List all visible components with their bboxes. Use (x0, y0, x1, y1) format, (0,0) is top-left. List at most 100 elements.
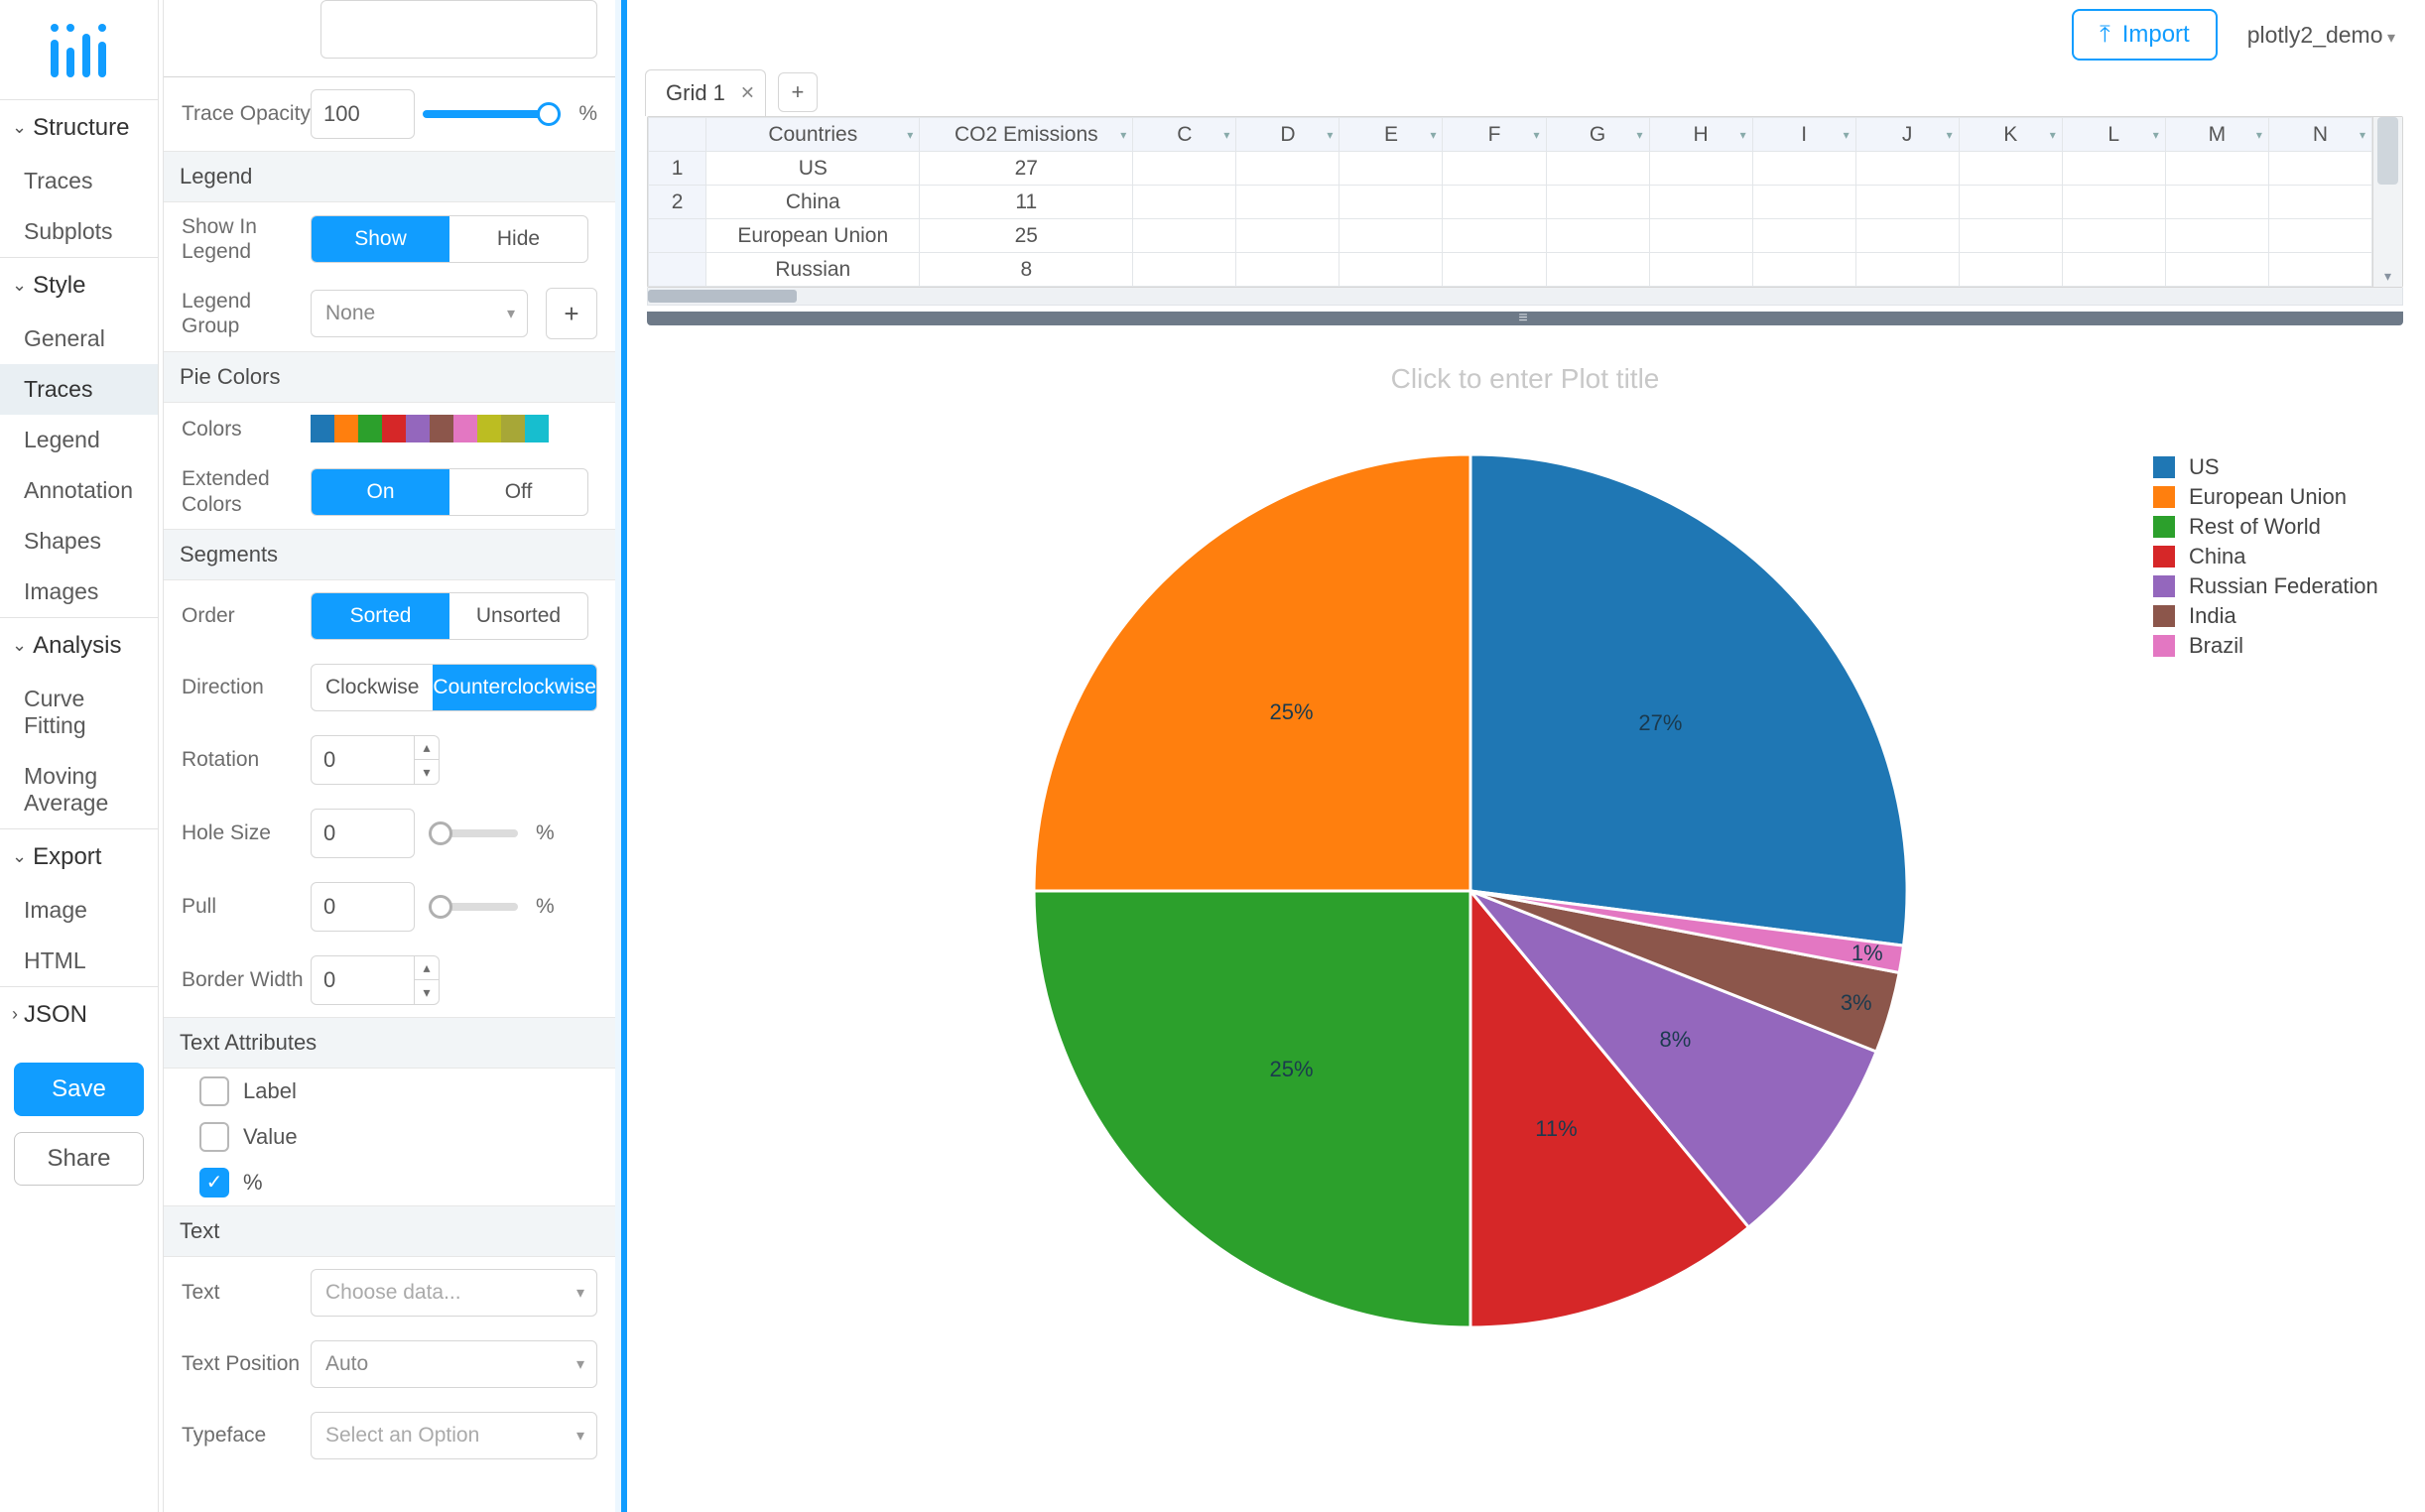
scroll-down-icon[interactable]: ▾ (2373, 268, 2402, 285)
pie-slice[interactable] (1470, 454, 1907, 945)
border-width-input[interactable] (311, 955, 415, 1005)
cell[interactable]: 8 (920, 253, 1133, 287)
legend-item[interactable]: Rest of World (2153, 512, 2378, 542)
cell[interactable]: 27 (920, 152, 1133, 186)
chart-title-placeholder[interactable]: Click to enter Plot title (655, 363, 2395, 395)
cell[interactable] (1443, 152, 1546, 186)
clockwise-option[interactable]: Clockwise (312, 665, 433, 710)
show-in-legend-toggle[interactable]: Show Hide (311, 215, 588, 263)
nav-item-shapes[interactable]: Shapes (0, 516, 158, 567)
unsorted-option[interactable]: Unsorted (449, 593, 587, 639)
nav-item-traces[interactable]: Traces (0, 364, 158, 415)
hide-option[interactable]: Hide (449, 216, 587, 262)
pie-slice[interactable] (1034, 454, 1470, 891)
color-swatch[interactable] (525, 415, 549, 442)
cell[interactable] (1752, 253, 1855, 287)
text-position-select[interactable]: Auto (311, 1340, 597, 1388)
add-legend-group-button[interactable]: + (546, 288, 597, 339)
show-option[interactable]: Show (312, 216, 449, 262)
table-row[interactable]: European Union25 (649, 219, 2372, 253)
cell[interactable] (1340, 152, 1443, 186)
rotation-input[interactable] (311, 735, 415, 785)
checkbox-percent-row[interactable]: ✓% (164, 1160, 615, 1205)
cell[interactable] (1649, 152, 1752, 186)
nav-item-legend[interactable]: Legend (0, 415, 158, 465)
color-swatch[interactable] (358, 415, 382, 442)
horizontal-scrollbar[interactable] (647, 288, 2403, 306)
cell[interactable] (1443, 219, 1546, 253)
color-swatch[interactable] (430, 415, 453, 442)
cell[interactable] (2165, 253, 2268, 287)
column-header[interactable]: K▾ (1959, 118, 2062, 152)
cell[interactable] (1133, 152, 1236, 186)
column-header[interactable]: CO2 Emissions▾ (920, 118, 1133, 152)
nav-item-subplots[interactable]: Subplots (0, 206, 158, 257)
checkbox-value[interactable] (199, 1122, 229, 1152)
add-tab-button[interactable]: + (778, 72, 818, 112)
column-header[interactable]: I▾ (1752, 118, 1855, 152)
extended-colors-toggle[interactable]: On Off (311, 468, 588, 516)
cell[interactable] (2165, 186, 2268, 219)
cell[interactable] (1133, 253, 1236, 287)
column-header[interactable]: D▾ (1236, 118, 1340, 152)
typeface-select[interactable]: Select an Option (311, 1412, 597, 1459)
cell[interactable] (1443, 186, 1546, 219)
nav-item-moving-average[interactable]: Moving Average (0, 751, 158, 828)
cell[interactable] (1855, 253, 1959, 287)
cell[interactable] (2062, 253, 2165, 287)
cell[interactable] (1855, 219, 1959, 253)
row-number[interactable]: 1 (649, 152, 706, 186)
color-swatch[interactable] (382, 415, 406, 442)
nav-section-json[interactable]: ›JSON (0, 986, 158, 1043)
cell[interactable]: European Union (706, 219, 920, 253)
off-option[interactable]: Off (449, 469, 587, 515)
trace-opacity-slider[interactable] (423, 110, 561, 118)
step-down-icon[interactable]: ▾ (415, 760, 439, 784)
cell[interactable] (2268, 186, 2371, 219)
hole-size-slider[interactable] (429, 829, 518, 837)
nav-item-annotation[interactable]: Annotation (0, 465, 158, 516)
row-number[interactable] (649, 219, 706, 253)
cell[interactable] (1236, 253, 1340, 287)
cell[interactable] (1546, 186, 1649, 219)
cell[interactable] (1959, 219, 2062, 253)
legend-item[interactable]: China (2153, 542, 2378, 571)
checkbox-percent[interactable]: ✓ (199, 1168, 229, 1197)
trace-opacity-input[interactable] (311, 89, 415, 139)
cell[interactable]: US (706, 152, 920, 186)
cell[interactable] (2165, 152, 2268, 186)
nav-item-general[interactable]: General (0, 314, 158, 364)
legend-item[interactable]: Russian Federation (2153, 571, 2378, 601)
step-down-icon[interactable]: ▾ (415, 980, 439, 1004)
cell[interactable] (2062, 219, 2165, 253)
cell[interactable] (1546, 152, 1649, 186)
cell[interactable] (1649, 219, 1752, 253)
column-header[interactable]: H▾ (1649, 118, 1752, 152)
cell[interactable] (1959, 253, 2062, 287)
pie-slice[interactable] (1034, 891, 1470, 1327)
column-header[interactable]: C▾ (1133, 118, 1236, 152)
cell[interactable] (1752, 152, 1855, 186)
pull-input[interactable] (311, 882, 415, 932)
share-button[interactable]: Share (14, 1132, 144, 1186)
nav-item-image[interactable]: Image (0, 885, 158, 936)
nav-section-style[interactable]: ⌄Style (0, 257, 158, 314)
counterclockwise-option[interactable]: Counterclockwise (433, 665, 596, 710)
color-swatch[interactable] (477, 415, 501, 442)
nav-section-export[interactable]: ⌄Export (0, 828, 158, 885)
cell[interactable]: 11 (920, 186, 1133, 219)
column-header[interactable]: J▾ (1855, 118, 1959, 152)
cell[interactable] (2062, 152, 2165, 186)
cell[interactable] (1236, 152, 1340, 186)
cell[interactable] (1133, 219, 1236, 253)
cell[interactable] (2268, 219, 2371, 253)
column-header[interactable]: E▾ (1340, 118, 1443, 152)
text-data-select[interactable]: Choose data... (311, 1269, 597, 1317)
legend-item[interactable]: Brazil (2153, 631, 2378, 661)
cell[interactable] (1236, 186, 1340, 219)
cell[interactable] (1546, 219, 1649, 253)
cell[interactable] (1340, 186, 1443, 219)
nav-section-structure[interactable]: ⌄Structure (0, 99, 158, 156)
color-swatch[interactable] (501, 415, 525, 442)
checkbox-label[interactable] (199, 1076, 229, 1106)
